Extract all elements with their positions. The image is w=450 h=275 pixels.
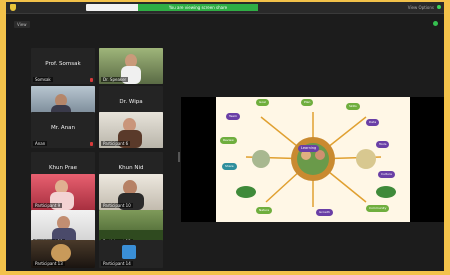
shield-icon	[10, 4, 16, 11]
participant-name: Participant 6	[101, 141, 131, 146]
mindmap-node: Share	[222, 163, 237, 170]
participant-display-name: Mr. Anan	[50, 125, 76, 131]
participant-tile[interactable]: Participant 13	[31, 240, 95, 268]
mic-muted-icon	[90, 78, 93, 82]
mindmap-node: Nature	[256, 207, 273, 214]
participant-name: Participant 10	[101, 203, 133, 208]
participant-tile[interactable]: Prof. Somsak Somsak	[31, 48, 95, 84]
participant-name: Anan	[33, 141, 48, 146]
participant-name: Participant 9	[33, 203, 63, 208]
shared-screen: Goal Plan Skills Team Data Review Tools …	[181, 97, 444, 222]
mindmap-node: Culture	[378, 171, 395, 178]
mindmap-center-label: Learning	[298, 145, 320, 152]
participant-tile[interactable]: Participant 10	[99, 174, 163, 210]
participant-tile[interactable]: Participant 9	[31, 174, 95, 210]
view-button[interactable]: View	[14, 21, 30, 28]
participant-name: Somsak	[33, 77, 53, 82]
mindmap-node: Community	[366, 205, 390, 212]
mindmap-node: Data	[366, 119, 380, 126]
connection-icon	[433, 21, 438, 26]
side-photo	[356, 149, 376, 169]
screen-share-banner[interactable]: You are viewing screen share	[138, 4, 258, 11]
user-avatar-icon	[122, 245, 136, 259]
slide-mindmap: Goal Plan Skills Team Data Review Tools …	[216, 97, 410, 222]
mic-muted-icon	[90, 142, 93, 146]
leaf-shape	[236, 186, 256, 198]
side-photo	[252, 150, 270, 168]
meeting-window: Meeting You are viewing screen share Vie…	[6, 2, 444, 271]
panel-resize-handle[interactable]	[178, 152, 180, 162]
participant-tile[interactable]: Participant 14	[99, 240, 163, 268]
title-bar: Meeting You are viewing screen share Vie…	[6, 2, 444, 14]
mindmap-node: Plan	[301, 99, 314, 106]
leaf-shape	[376, 186, 396, 198]
participant-name: Participant 13	[33, 261, 65, 266]
participant-tile[interactable]: Dr. Speaker	[99, 48, 163, 84]
mindmap-node: Review	[220, 137, 237, 144]
participant-name: Dr. Speaker	[101, 77, 129, 82]
participant-name: Participant 14	[101, 261, 133, 266]
status-icon	[437, 5, 441, 9]
view-options-label[interactable]: View Options	[408, 4, 434, 11]
participant-display-name: Khun Prae	[48, 165, 78, 171]
mindmap-node: Team	[226, 113, 240, 120]
mindmap-node: Goal	[256, 99, 269, 106]
mindmap-node: Tools	[376, 141, 390, 148]
participant-tile[interactable]: Mr. Anan Anan	[31, 112, 95, 148]
mindmap-graphic	[216, 97, 410, 222]
mindmap-node: Growth	[316, 209, 333, 216]
mindmap-node: Skills	[346, 103, 360, 110]
participant-display-name: Dr. Wipa	[119, 99, 143, 105]
participant-display-name: Prof. Somsak	[45, 61, 81, 67]
participant-avatar	[51, 244, 71, 262]
participant-tile[interactable]: Participant 6	[99, 112, 163, 148]
participant-display-name: Khun Nid	[118, 165, 144, 171]
